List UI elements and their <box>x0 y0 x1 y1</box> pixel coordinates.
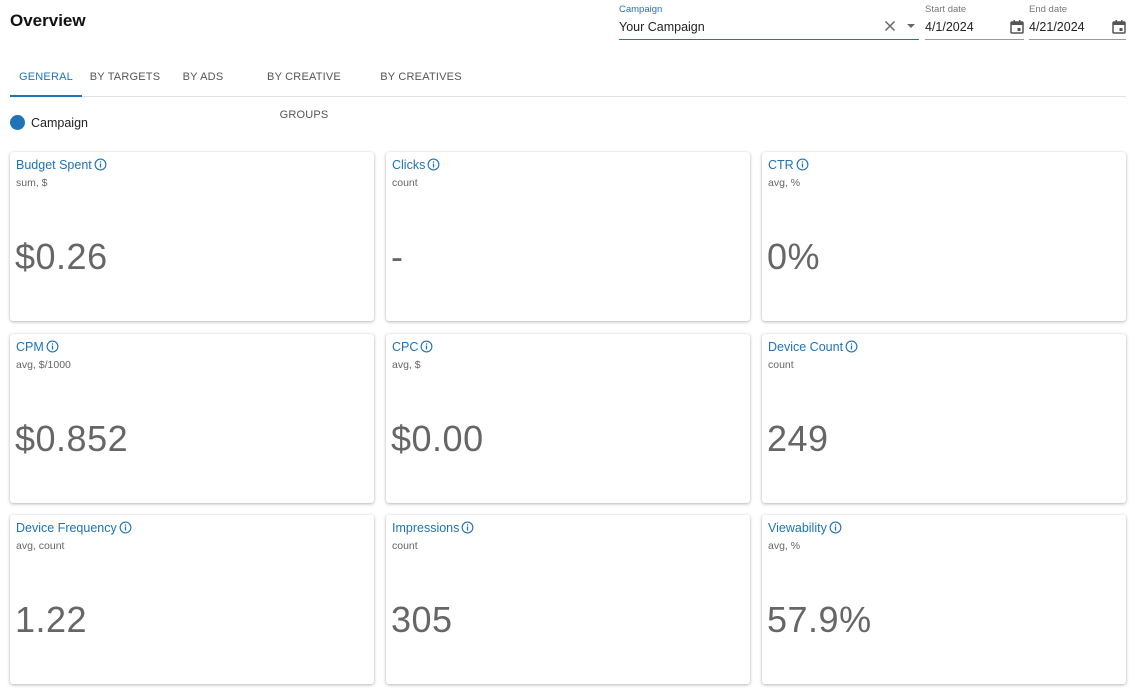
metric-title: Device Frequency <box>16 521 132 535</box>
metric-title: CPC <box>392 340 433 354</box>
legend-label: Campaign <box>31 116 88 130</box>
metric-card-budget-spent: Budget Spent sum, $ $0.26 <box>10 152 374 321</box>
info-icon[interactable] <box>427 158 440 171</box>
dropdown-arrow-icon[interactable] <box>903 18 919 34</box>
tab-general[interactable]: GENERAL <box>10 58 82 97</box>
info-icon[interactable] <box>46 340 59 353</box>
metric-card-device-count: Device Count count 249 <box>762 334 1126 503</box>
metric-subtitle: avg, $ <box>392 359 421 371</box>
metric-card-clicks: Clicks count - <box>386 152 750 321</box>
metric-title: Impressions <box>392 521 474 535</box>
metric-value: 305 <box>391 599 453 640</box>
metric-value: 249 <box>767 418 829 459</box>
metric-value: $0.26 <box>15 236 108 277</box>
calendar-icon[interactable] <box>1009 19 1025 35</box>
info-icon[interactable] <box>94 158 107 171</box>
metric-card-ctr: CTR avg, % 0% <box>762 152 1126 321</box>
metric-card-viewability: Viewability avg, % 57.9% <box>762 515 1126 684</box>
end-date-label: End date <box>1029 4 1068 15</box>
metric-card-device-frequency: Device Frequency avg, count 1.22 <box>10 515 374 684</box>
metric-subtitle: avg, $/1000 <box>16 359 71 371</box>
info-icon[interactable] <box>461 521 474 534</box>
calendar-icon[interactable] <box>1111 19 1127 35</box>
end-date-field[interactable]: End date 4/21/2024 <box>1029 2 1126 40</box>
info-icon[interactable] <box>845 340 858 353</box>
metric-title: Device Count <box>768 340 858 354</box>
metric-subtitle: count <box>392 177 418 189</box>
metric-title: CTR <box>768 158 809 172</box>
tab-by-ads[interactable]: BY ADS <box>176 58 230 96</box>
legend-color-dot <box>10 115 25 130</box>
metric-card-impressions: Impressions count 305 <box>386 515 750 684</box>
metric-title: Clicks <box>392 158 440 172</box>
metric-value: $0.00 <box>391 418 484 459</box>
metric-title: Budget Spent <box>16 158 107 172</box>
page-title: Overview <box>10 11 86 30</box>
metric-card-cpc: CPC avg, $ $0.00 <box>386 334 750 503</box>
info-icon[interactable] <box>420 340 433 353</box>
metric-subtitle: avg, % <box>768 540 801 552</box>
info-icon[interactable] <box>796 158 809 171</box>
start-date-value[interactable]: 4/1/2024 <box>925 20 974 34</box>
campaign-select[interactable]: Campaign Your Campaign <box>619 2 919 40</box>
metric-value: - <box>391 236 404 277</box>
end-date-value[interactable]: 4/21/2024 <box>1029 20 1085 34</box>
tab-bar: GENERAL BY TARGETS BY ADS BY CREATIVE GR… <box>10 58 1126 121</box>
tab-by-targets[interactable]: BY TARGETS <box>86 58 164 96</box>
metric-value: 57.9% <box>767 599 872 640</box>
metric-subtitle: count <box>768 359 794 371</box>
metric-value: $0.852 <box>15 418 129 459</box>
start-date-label: Start date <box>925 4 967 15</box>
start-date-field[interactable]: Start date 4/1/2024 <box>925 2 1024 40</box>
campaign-select-value[interactable]: Your Campaign <box>619 20 705 34</box>
info-icon[interactable] <box>829 521 842 534</box>
metric-subtitle: count <box>392 540 418 552</box>
metric-title: Viewability <box>768 521 842 535</box>
metric-card-cpm: CPM avg, $/1000 $0.852 <box>10 334 374 503</box>
metric-value: 1.22 <box>15 599 88 640</box>
info-icon[interactable] <box>119 521 132 534</box>
tab-by-creative-groups[interactable]: BY CREATIVE GROUPS <box>243 58 365 121</box>
metric-value: 0% <box>767 236 821 277</box>
metric-subtitle: avg, count <box>16 540 65 552</box>
tab-by-creatives[interactable]: BY CREATIVES <box>378 58 464 96</box>
metric-title: CPM <box>16 340 59 354</box>
clear-icon[interactable] <box>882 18 898 34</box>
metric-subtitle: avg, % <box>768 177 801 189</box>
campaign-select-label: Campaign <box>619 4 663 15</box>
metric-subtitle: sum, $ <box>16 177 48 189</box>
